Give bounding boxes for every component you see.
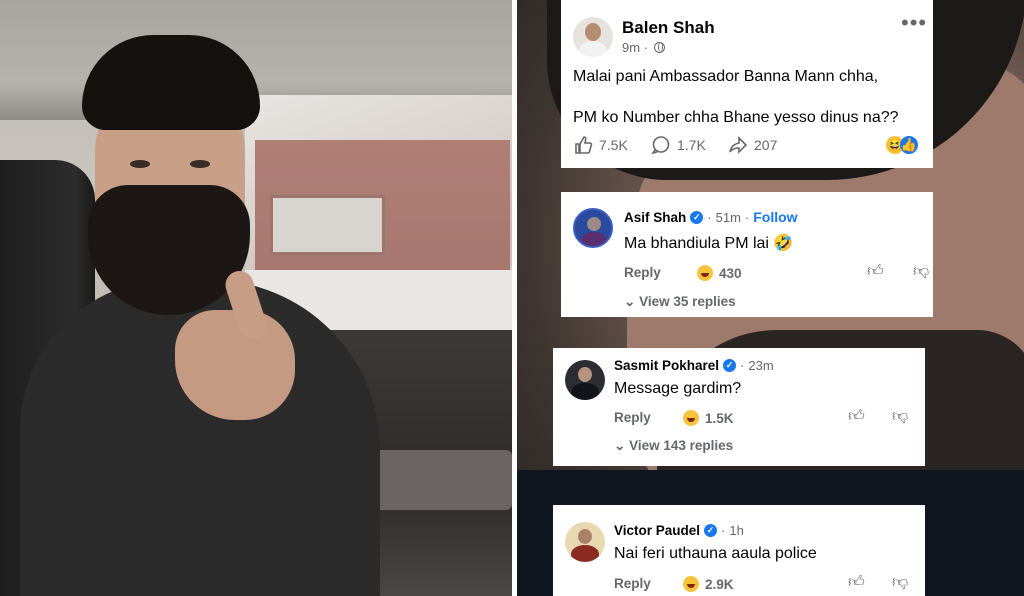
comment-text: Nai feri uthauna aaula police <box>614 545 817 562</box>
commenter-name[interactable]: Asif Shah <box>624 210 686 225</box>
reaction-count: 2.9K <box>705 576 734 592</box>
comment-card: Asif Shah ✓ · 51m · Follow Ma bhandiula … <box>561 192 933 317</box>
view-replies-button[interactable]: ⌄ View 143 replies <box>614 438 733 454</box>
verified-badge-icon: ✓ <box>690 210 704 224</box>
left-eye <box>130 160 150 168</box>
comment-card: Victor Paudel ✓ · 1h Nai feri uthauna aa… <box>553 505 925 596</box>
post-author[interactable]: Balen Shah <box>622 18 715 38</box>
commenter-avatar[interactable] <box>565 360 605 400</box>
commenter-header: Sasmit Pokharel ✓ · 23m <box>614 358 774 373</box>
commenter-header: Asif Shah ✓ · 51m · Follow <box>624 209 798 225</box>
like-icon <box>575 136 593 154</box>
commenter-name[interactable]: Victor Paudel <box>614 523 700 538</box>
globe-icon <box>653 42 665 53</box>
post-meta: 9m · <box>622 40 665 55</box>
comment-time[interactable]: 1h <box>729 523 743 538</box>
share-count: 207 <box>754 137 778 153</box>
post-text-line-2: PM ko Number chha Bhane yesso dinus na?? <box>573 109 899 126</box>
comment-text: Ma bhandiula PM lai 🤣 <box>624 235 794 252</box>
post-card: Balen Shah 9m · ••• Malai pani Ambassado… <box>561 0 933 168</box>
comment-button[interactable]: 1.7K <box>651 135 706 155</box>
chevron-down-icon: ⌄ <box>614 438 626 453</box>
comment-text: Message gardim? <box>614 380 742 397</box>
like-comment-icon[interactable]: 👍︎ <box>848 573 865 592</box>
haha-reaction-icon <box>697 265 713 281</box>
dislike-comment-icon[interactable]: 👎︎ <box>892 407 908 426</box>
like-comment-icon[interactable]: 👍︎ <box>848 407 865 426</box>
comment-icon <box>651 136 670 155</box>
commenter-avatar[interactable] <box>573 208 613 248</box>
reaction-count: 430 <box>719 265 742 281</box>
view-replies-label: View 35 replies <box>639 294 736 309</box>
reply-button[interactable]: Reply <box>614 410 651 425</box>
reaction-summary[interactable]: 😆 👍 <box>886 136 918 154</box>
haha-reaction-icon <box>683 576 699 592</box>
share-icon <box>729 136 748 154</box>
pointing-hand <box>175 310 295 420</box>
commenter-header: Victor Paudel ✓ · 1h <box>614 523 744 538</box>
author-avatar[interactable] <box>573 17 613 57</box>
reply-button[interactable]: Reply <box>624 265 661 280</box>
like-reaction-icon: 👍 <box>900 136 918 154</box>
post-time[interactable]: 9m <box>622 40 640 55</box>
comment-reactions[interactable]: 1.5K <box>683 410 734 426</box>
reaction-count: 1.5K <box>705 410 734 426</box>
commenter-avatar[interactable] <box>565 522 605 562</box>
share-button[interactable]: 207 <box>728 135 777 155</box>
dislike-comment-icon[interactable]: 👎︎ <box>913 262 929 281</box>
comment-count: 1.7K <box>677 137 706 153</box>
comment-card: Sasmit Pokharel ✓ · 23m Message gardim? … <box>553 348 925 466</box>
comment-reactions[interactable]: 430 <box>697 265 742 281</box>
comment-time[interactable]: 23m <box>748 358 773 373</box>
follow-button[interactable]: Follow <box>753 209 797 225</box>
view-replies-label: View 143 replies <box>629 438 734 453</box>
like-count: 7.5K <box>599 137 628 153</box>
left-photo <box>0 0 512 596</box>
commenter-name[interactable]: Sasmit Pokharel <box>614 358 719 373</box>
right-eye <box>190 160 210 168</box>
building-window <box>270 195 385 255</box>
verified-badge-icon: ✓ <box>704 524 718 537</box>
like-button[interactable]: 7.5K <box>573 135 628 155</box>
more-options-icon[interactable]: ••• <box>901 12 927 34</box>
comment-reactions[interactable]: 2.9K <box>683 576 734 592</box>
like-comment-icon[interactable]: 👍︎ <box>867 262 884 281</box>
chevron-down-icon: ⌄ <box>624 294 636 309</box>
dislike-comment-icon[interactable]: 👎︎ <box>892 573 908 592</box>
reply-button[interactable]: Reply <box>614 576 651 591</box>
comment-time[interactable]: 51m <box>716 210 741 225</box>
verified-badge-icon: ✓ <box>723 359 737 372</box>
view-replies-button[interactable]: ⌄ View 35 replies <box>624 294 736 310</box>
haha-reaction-icon <box>683 410 699 426</box>
post-text-line-1: Malai pani Ambassador Banna Mann chha, <box>573 68 879 85</box>
